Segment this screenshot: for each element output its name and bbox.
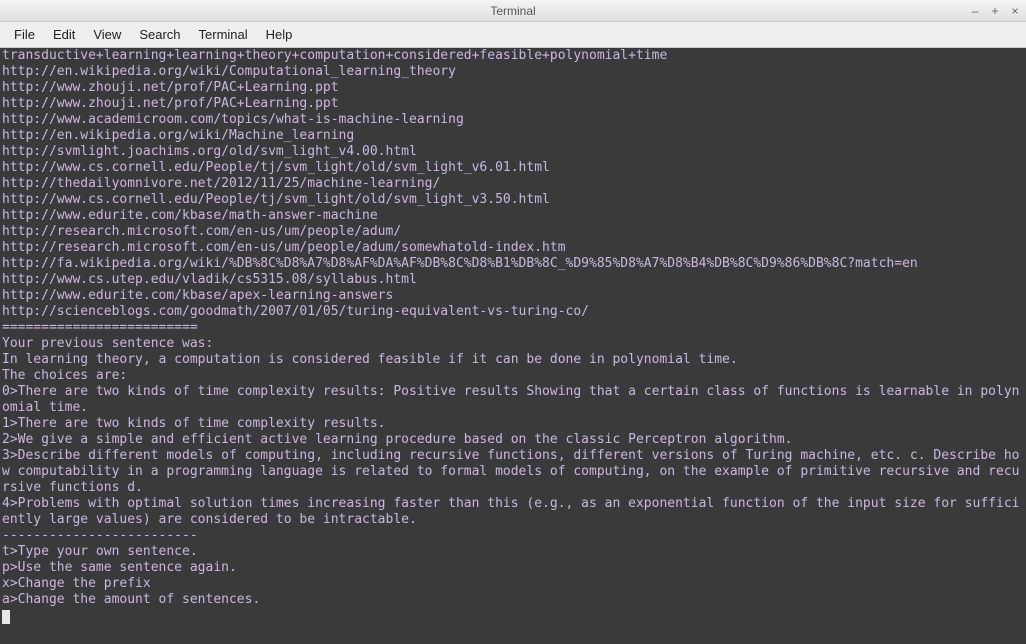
terminal-line: ========================= [2,320,1024,336]
menu-search[interactable]: Search [131,24,188,45]
terminal-line: http://svmlight.joachims.org/old/svm_lig… [2,144,1024,160]
window-title: Terminal [490,4,535,18]
terminal-line: http://www.academicroom.com/topics/what-… [2,112,1024,128]
terminal-line: http://en.wikipedia.org/wiki/Machine_lea… [2,128,1024,144]
terminal-line: http://www.edurite.com/kbase/math-answer… [2,208,1024,224]
terminal-line: http://scienceblogs.com/goodmath/2007/01… [2,304,1024,320]
terminal-line: http://thedailyomnivore.net/2012/11/25/m… [2,176,1024,192]
terminal-line: Your previous sentence was: [2,336,1024,352]
terminal-line: http://www.zhouji.net/prof/PAC+Learning.… [2,80,1024,96]
menu-view[interactable]: View [85,24,129,45]
terminal-line: http://www.edurite.com/kbase/apex-learni… [2,288,1024,304]
close-icon[interactable]: × [1008,4,1022,18]
terminal-line: http://www.cs.cornell.edu/People/tj/svm_… [2,192,1024,208]
terminal-line: 2>We give a simple and efficient active … [2,432,1024,448]
terminal-cursor [2,610,10,624]
menu-help[interactable]: Help [258,24,301,45]
terminal-line: http://research.microsoft.com/en-us/um/p… [2,240,1024,256]
terminal-line: ------------------------- [2,528,1024,544]
menu-file[interactable]: File [6,24,43,45]
terminal-line: transductive+learning+learning+theory+co… [2,48,1024,64]
terminal-line: x>Change the prefix [2,576,1024,592]
terminal-line: a>Change the amount of sentences. [2,592,1024,608]
terminal-line: 3>Describe different models of computing… [2,448,1024,496]
terminal-output[interactable]: transductive+learning+learning+theory+co… [0,48,1026,644]
terminal-line: 1>There are two kinds of time complexity… [2,416,1024,432]
terminal-line: http://www.cs.utep.edu/vladik/cs5315.08/… [2,272,1024,288]
menu-terminal[interactable]: Terminal [191,24,256,45]
terminal-line: t>Type your own sentence. [2,544,1024,560]
terminal-line: p>Use the same sentence again. [2,560,1024,576]
minimize-icon[interactable]: – [968,4,982,18]
terminal-line: http://www.cs.cornell.edu/People/tj/svm_… [2,160,1024,176]
terminal-line: 0>There are two kinds of time complexity… [2,384,1024,416]
terminal-line: http://en.wikipedia.org/wiki/Computation… [2,64,1024,80]
terminal-line: http://fa.wikipedia.org/wiki/%DB%8C%D8%A… [2,256,1024,272]
menubar: File Edit View Search Terminal Help [0,22,1026,48]
maximize-icon[interactable]: + [988,4,1002,18]
terminal-line: In learning theory, a computation is con… [2,352,1024,368]
terminal-line: 4>Problems with optimal solution times i… [2,496,1024,528]
window-controls: – + × [968,0,1022,21]
titlebar: Terminal – + × [0,0,1026,22]
terminal-line: http://www.zhouji.net/prof/PAC+Learning.… [2,96,1024,112]
terminal-line: The choices are: [2,368,1024,384]
menu-edit[interactable]: Edit [45,24,83,45]
terminal-line: http://research.microsoft.com/en-us/um/p… [2,224,1024,240]
